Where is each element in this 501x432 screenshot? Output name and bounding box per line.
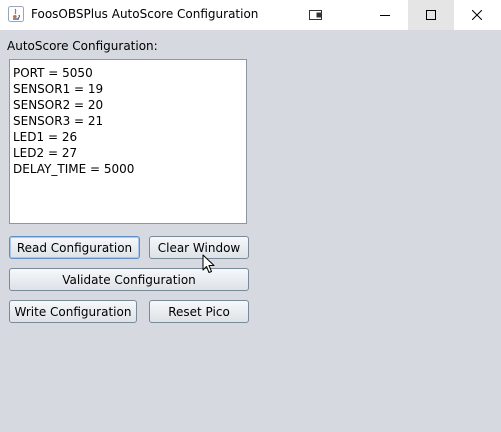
restore-extra-button[interactable] xyxy=(294,0,340,30)
minimize-button[interactable] xyxy=(362,0,408,30)
read-configuration-button[interactable]: Read Configuration xyxy=(9,236,140,259)
config-line-led1: LED1 = 26 xyxy=(13,130,78,144)
reset-pico-button[interactable]: Reset Pico xyxy=(149,300,249,323)
close-icon xyxy=(472,10,482,20)
config-line-led2: LED2 = 27 xyxy=(13,146,78,160)
config-line-delay-time: DELAY_TIME = 5000 xyxy=(13,162,135,176)
java-app-icon xyxy=(8,6,24,22)
close-button[interactable] xyxy=(454,0,500,30)
title-bar[interactable]: FoosOBSPlus AutoScore Configuration xyxy=(0,0,501,30)
window-title: FoosOBSPlus AutoScore Configuration xyxy=(31,7,259,21)
maximize-button[interactable] xyxy=(408,0,454,30)
config-line-port: PORT = 5050 xyxy=(13,66,93,80)
restore-extra-icon xyxy=(309,10,322,20)
section-label: AutoScore Configuration: xyxy=(7,39,158,53)
write-configuration-button[interactable]: Write Configuration xyxy=(9,300,137,323)
maximize-icon xyxy=(426,10,436,20)
config-text-area[interactable]: PORT = 5050 SENSOR1 = 19 SENSOR2 = 20 SE… xyxy=(9,59,247,224)
config-line-sensor2: SENSOR2 = 20 xyxy=(13,98,104,112)
config-line-sensor3: SENSOR3 = 21 xyxy=(13,114,104,128)
clear-window-button[interactable]: Clear Window xyxy=(149,236,249,259)
config-line-sensor1: SENSOR1 = 19 xyxy=(13,82,104,96)
minimize-icon xyxy=(380,15,390,16)
mouse-cursor-icon xyxy=(202,254,215,273)
